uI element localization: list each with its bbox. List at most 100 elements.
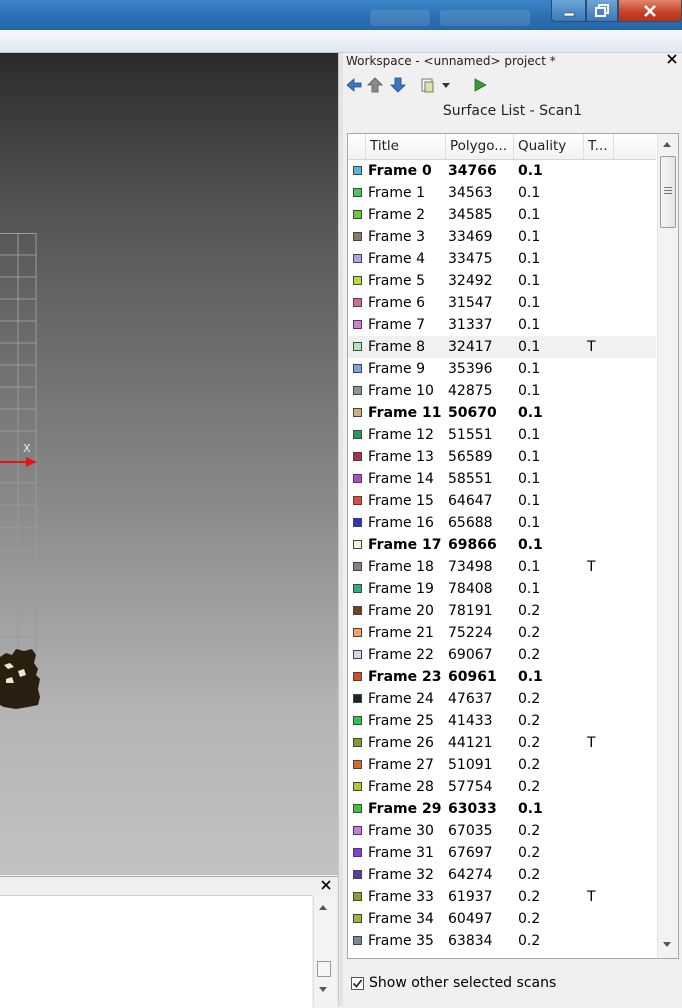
output-scroll-thumb[interactable] <box>317 961 331 977</box>
workspace-close-button[interactable] <box>666 53 678 69</box>
color-swatch <box>353 738 362 747</box>
table-row[interactable]: Frame 19 78408 0.1 <box>348 578 656 600</box>
row-polygons: 67035 <box>448 823 493 839</box>
table-row[interactable]: Frame 30 67035 0.2 <box>348 820 656 842</box>
color-swatch <box>353 936 362 945</box>
color-swatch <box>353 562 362 571</box>
surface-list-table[interactable]: Title Polygo... Quality T... Frame 0 3476… <box>347 133 679 959</box>
copy-dropdown-button[interactable] <box>420 77 450 93</box>
row-polygons: 44121 <box>448 735 493 751</box>
row-polygons: 69067 <box>448 647 493 663</box>
restore-button[interactable] <box>586 0 618 22</box>
play-button[interactable] <box>471 77 489 93</box>
table-row[interactable]: Frame 2 34585 0.1 <box>348 204 656 226</box>
table-row[interactable]: Frame 34 60497 0.2 <box>348 908 656 930</box>
surface-list-scrollbar[interactable] <box>657 134 678 958</box>
table-row[interactable]: Frame 33 61937 0.2 T <box>348 886 656 908</box>
row-quality: 0.1 <box>518 339 541 355</box>
table-row[interactable]: Frame 10 42875 0.1 <box>348 380 656 402</box>
table-row[interactable]: Frame 11 50670 0.1 <box>348 402 656 424</box>
table-row[interactable]: Frame 32 64274 0.2 <box>348 864 656 886</box>
row-polygons: 33469 <box>448 229 493 245</box>
table-row[interactable]: Frame 31 67697 0.2 <box>348 842 656 864</box>
row-polygons: 50670 <box>448 405 497 421</box>
table-row[interactable]: Frame 25 41433 0.2 <box>348 710 656 732</box>
table-row[interactable]: Frame 15 64647 0.1 <box>348 490 656 512</box>
row-title: Frame 0 <box>368 163 432 179</box>
table-row[interactable]: Frame 4 33475 0.1 <box>348 248 656 270</box>
column-header-color[interactable] <box>348 134 366 159</box>
table-row[interactable]: Frame 8 32417 0.1 T <box>348 336 656 358</box>
table-row[interactable]: Frame 5 32492 0.1 <box>348 270 656 292</box>
table-row[interactable]: Frame 13 56589 0.1 <box>348 446 656 468</box>
table-row[interactable]: Frame 1 34563 0.1 <box>348 182 656 204</box>
column-header-quality[interactable]: Quality <box>514 134 584 159</box>
row-polygons: 64274 <box>448 867 493 883</box>
table-row[interactable]: Frame 12 51551 0.1 <box>348 424 656 446</box>
move-down-button[interactable] <box>389 77 407 93</box>
previous-button[interactable] <box>345 77 363 93</box>
color-swatch <box>353 628 362 637</box>
table-row[interactable]: Frame 18 73498 0.1 T <box>348 556 656 578</box>
table-row[interactable]: Frame 23 60961 0.1 <box>348 666 656 688</box>
row-title: Frame 25 <box>368 713 434 729</box>
table-row[interactable]: Frame 6 31547 0.1 <box>348 292 656 314</box>
row-polygons: 63834 <box>448 933 493 949</box>
table-row[interactable]: Frame 21 75224 0.2 <box>348 622 656 644</box>
row-title: Frame 34 <box>368 911 434 927</box>
3d-viewport[interactable]: X <box>0 53 338 875</box>
color-swatch <box>353 760 362 769</box>
row-quality: 0.1 <box>518 185 541 201</box>
table-row[interactable]: Frame 27 51091 0.2 <box>348 754 656 776</box>
color-swatch <box>353 870 362 879</box>
output-panel-close-button[interactable] <box>320 879 332 894</box>
scroll-down-icon[interactable] <box>663 942 671 947</box>
table-row[interactable]: Frame 3 33469 0.1 <box>348 226 656 248</box>
color-swatch <box>353 188 362 197</box>
menu-bar <box>0 30 682 53</box>
close-window-button[interactable] <box>618 0 682 22</box>
output-scrollbar[interactable] <box>313 895 336 1007</box>
table-row[interactable]: Frame 9 35396 0.1 <box>348 358 656 380</box>
minimize-button[interactable] <box>551 0 586 22</box>
table-row[interactable]: Frame 0 34766 0.1 <box>348 160 656 182</box>
table-row[interactable]: Frame 16 65688 0.1 <box>348 512 656 534</box>
row-quality: 0.2 <box>518 735 541 751</box>
color-swatch <box>353 232 362 241</box>
row-quality: 0.1 <box>518 559 541 575</box>
table-row[interactable]: Frame 22 69067 0.2 <box>348 644 656 666</box>
table-row[interactable]: Frame 17 69866 0.1 <box>348 534 656 556</box>
table-row[interactable]: Frame 35 63834 0.2 <box>348 930 656 952</box>
row-quality: 0.1 <box>518 537 543 553</box>
column-header-title[interactable]: Title <box>366 134 446 159</box>
column-header-polygons[interactable]: Polygo... <box>446 134 514 159</box>
color-swatch <box>353 452 362 461</box>
show-other-scans-option[interactable]: Show other selected scans <box>351 975 556 991</box>
scroll-up-icon[interactable] <box>319 905 327 910</box>
scroll-down-icon[interactable] <box>319 987 327 992</box>
row-quality: 0.2 <box>518 779 541 795</box>
surface-list-scroll-thumb[interactable] <box>660 156 676 228</box>
row-polygons: 51551 <box>448 427 493 443</box>
color-swatch <box>353 848 362 857</box>
row-quality: 0.2 <box>518 889 541 905</box>
column-header-t[interactable]: T... <box>584 134 614 159</box>
output-text-area[interactable] <box>0 895 312 1008</box>
row-quality: 0.2 <box>518 691 541 707</box>
row-title: Frame 17 <box>368 537 442 553</box>
table-row[interactable]: Frame 20 78191 0.2 <box>348 600 656 622</box>
table-row[interactable]: Frame 29 63033 0.1 <box>348 798 656 820</box>
color-swatch <box>353 782 362 791</box>
row-title: Frame 35 <box>368 933 434 949</box>
row-quality: 0.1 <box>518 295 541 311</box>
table-row[interactable]: Frame 14 58551 0.1 <box>348 468 656 490</box>
show-other-scans-checkbox[interactable] <box>351 976 364 990</box>
move-up-button[interactable] <box>366 77 384 93</box>
row-polygons: 63033 <box>448 801 497 817</box>
scroll-up-icon[interactable] <box>663 142 671 147</box>
table-row[interactable]: Frame 26 44121 0.2 T <box>348 732 656 754</box>
row-polygons: 31547 <box>448 295 493 311</box>
table-row[interactable]: Frame 28 57754 0.2 <box>348 776 656 798</box>
table-row[interactable]: Frame 7 31337 0.1 <box>348 314 656 336</box>
table-row[interactable]: Frame 24 47637 0.2 <box>348 688 656 710</box>
